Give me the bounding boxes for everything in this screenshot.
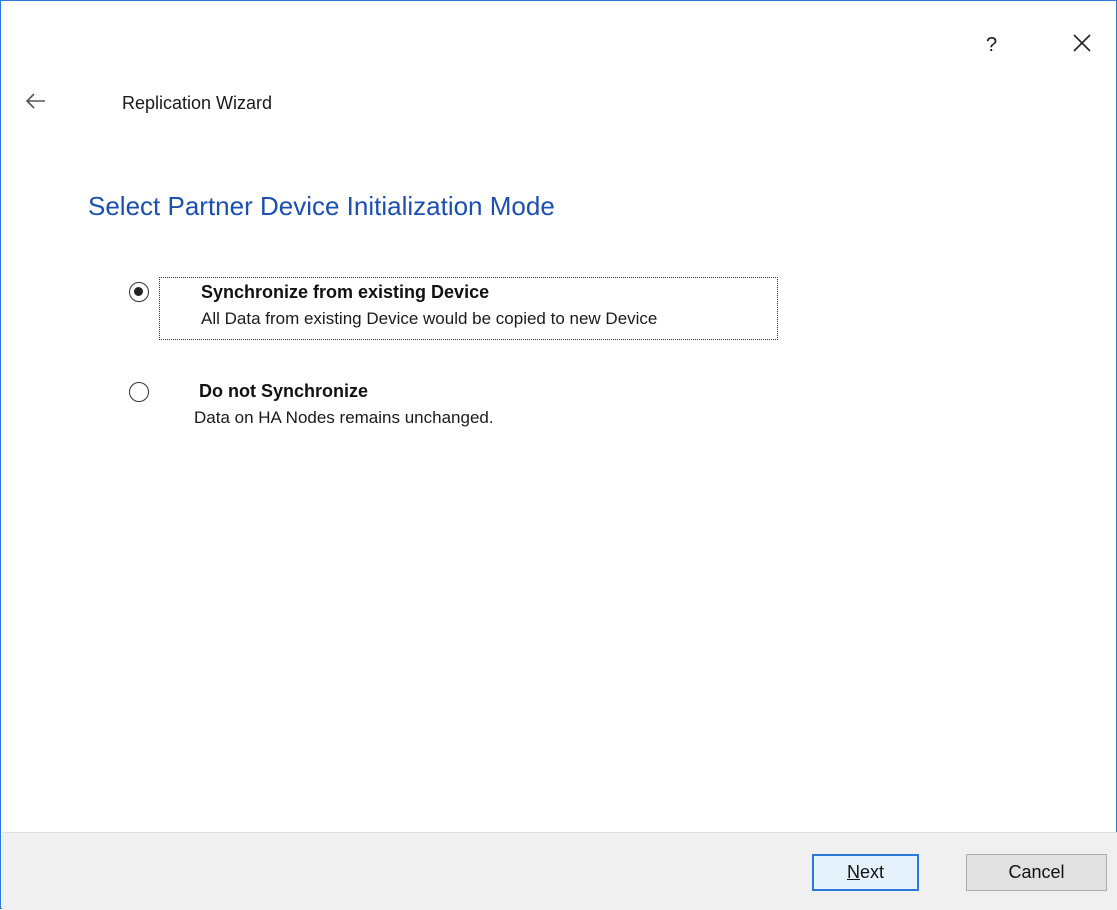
radio-do-not-synchronize[interactable] [129,382,149,402]
help-button[interactable]: ? [986,35,997,55]
radio-synchronize[interactable] [129,282,149,302]
next-button[interactable]: Next [812,854,919,891]
close-button[interactable] [1071,32,1093,54]
back-arrow-icon [25,93,45,109]
wizard-window: ? Replication Wizard Select Partner Devi… [0,0,1117,910]
option-description: All Data from existing Device would be c… [201,309,658,328]
footer-bar: Next Cancel [2,832,1117,910]
option-synchronize-text[interactable]: Synchronize from existing Device All Dat… [159,277,778,340]
option-title: Synchronize from existing Device [201,282,490,302]
page-heading: Select Partner Device Initialization Mod… [88,191,555,221]
cancel-button[interactable]: Cancel [966,854,1107,891]
radio-selected-dot [134,287,143,296]
next-button-label: Next [846,862,884,882]
back-button[interactable] [25,91,47,111]
close-icon [1073,34,1091,52]
wizard-title: Replication Wizard [122,93,273,113]
option-title: Do not Synchronize [199,381,369,401]
option-description: Data on HA Nodes remains unchanged. [194,408,494,427]
option-do-not-synchronize-text[interactable]: Do not Synchronize Data on HA Nodes rema… [194,381,494,428]
